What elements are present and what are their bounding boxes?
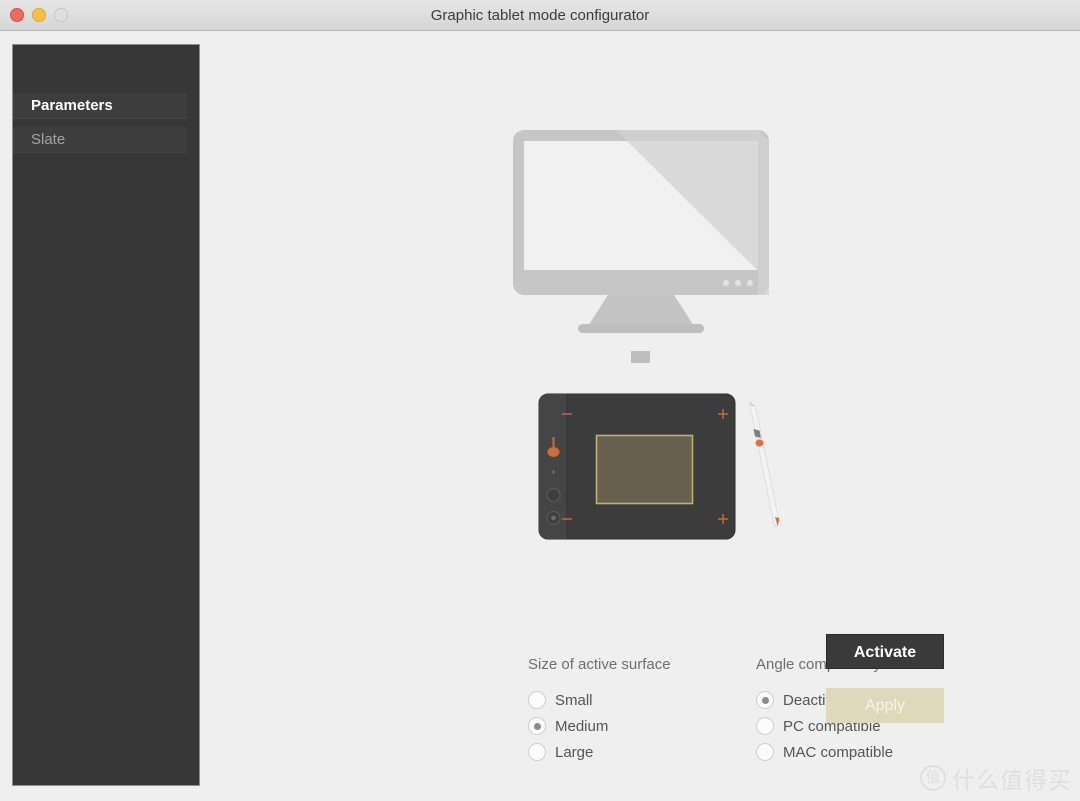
sidebar-list: Parameters Slate [13, 93, 199, 161]
radio-pc-compatible-icon[interactable] [756, 717, 774, 735]
radio-deactivate-icon[interactable] [756, 691, 774, 709]
sidebar-item-slate[interactable]: Slate [13, 127, 187, 153]
sidebar: Parameters Slate [12, 44, 200, 786]
sidebar-item-label: Parameters [31, 97, 113, 114]
monitor-dot-icon [735, 280, 741, 286]
stylus-body [749, 404, 780, 528]
radio-mac-compatible-icon[interactable] [756, 743, 774, 761]
monitor-dot-icon [723, 280, 729, 286]
radio-label-mac-compatible: MAC compatible [783, 743, 894, 761]
radio-small-icon[interactable] [528, 691, 546, 709]
window-title: Graphic tablet mode configurator [430, 7, 650, 24]
monitor-accessory-square [631, 351, 650, 363]
stylus-pen-illustration [748, 401, 780, 528]
title-bar: Graphic tablet mode configurator [0, 0, 1080, 31]
stylus-button-icon [755, 439, 764, 447]
tablet-button-icon [546, 487, 561, 503]
monitor-base [578, 324, 704, 333]
radio-option-large[interactable]: Large [528, 739, 671, 765]
sidebar-item-label: Slate [31, 131, 66, 148]
sidebar-item-parameters[interactable]: Parameters [13, 93, 187, 119]
tablet-led-icon [551, 470, 556, 474]
radio-large-icon[interactable] [528, 743, 546, 761]
tablet-active-surface [595, 434, 694, 505]
watermark-badge-icon: 值 [920, 765, 946, 791]
radio-label-large: Large [555, 743, 594, 761]
radio-option-small[interactable]: Small [528, 687, 671, 713]
monitor-stand [588, 295, 694, 326]
activate-button[interactable]: Activate [826, 634, 944, 669]
apply-button[interactable]: Apply [826, 688, 944, 723]
radio-label-medium: Medium [555, 717, 609, 735]
radio-option-medium[interactable]: Medium [528, 713, 671, 739]
monitor-dot-icon [747, 280, 753, 286]
graphic-tablet-illustration [538, 393, 780, 540]
tablet-button-center-icon [551, 515, 556, 521]
radio-label-small: Small [555, 691, 593, 709]
radio-medium-icon[interactable] [528, 717, 546, 735]
radio-option-mac-compatible[interactable]: MAC compatible [756, 739, 893, 765]
group-title-size: Size of active surface [528, 656, 671, 673]
watermark-text: 什么值得买 [952, 767, 1072, 793]
watermark: 值 什么值得买 [920, 761, 1072, 795]
main-content: Size of active surface Small Medium Larg… [200, 31, 1080, 801]
display-monitor-illustration [513, 130, 769, 363]
tablet-slider-knob-icon [547, 447, 560, 457]
option-group-size: Size of active surface Small Medium Larg… [528, 656, 671, 765]
app-window: Graphic tablet mode configurator Paramet… [0, 0, 1080, 801]
